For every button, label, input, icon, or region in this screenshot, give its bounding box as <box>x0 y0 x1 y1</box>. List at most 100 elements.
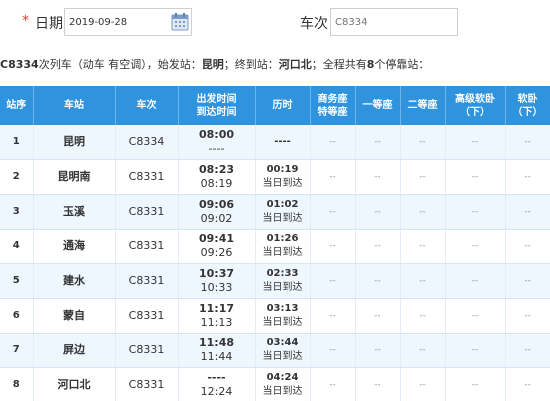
cell-time: 08:23 08:19 <box>178 159 256 195</box>
cell-adv-soft-sleeper: -- <box>445 125 506 161</box>
train-label: 车次 <box>300 16 328 32</box>
cell-soft-sleeper: -- <box>505 159 550 195</box>
cell-departure: ---- <box>207 371 226 385</box>
cell-duration-note: 当日到达 <box>262 386 303 398</box>
cell-second-class: -- <box>400 333 446 369</box>
cell-time: 09:06 09:02 <box>178 194 256 230</box>
cell-duration: 03:13 当日到达 <box>255 298 311 334</box>
cell-duration-note: 当日到达 <box>262 351 303 363</box>
cell-time: 10:37 10:33 <box>178 263 256 299</box>
cell-departure: 11:48 <box>198 336 234 350</box>
cell-time: 11:48 11:44 <box>178 333 256 369</box>
required-mark: * <box>22 13 29 29</box>
cell-adv-soft-sleeper: -- <box>445 229 506 265</box>
cell-time: 09:41 09:26 <box>178 229 256 265</box>
cell-seq: 2 <box>0 159 34 195</box>
header-time: 出发时间 到达时间 <box>178 86 256 125</box>
cell-duration-value: 04:24 <box>266 372 299 384</box>
cell-soft-sleeper: -- <box>505 367 550 401</box>
table-row: 4 通海 C8331 09:41 09:26 01:26 当日到达 -- -- -- -- -- <box>0 229 550 265</box>
cell-adv-soft-sleeper: -- <box>445 159 506 195</box>
train-info-line: C8334次列车（动车 有空调），始发站：昆明；终到站：河口北；全程共有8个停靠… <box>0 56 550 72</box>
calendar-icon[interactable] <box>171 12 189 31</box>
header-station: 车站 <box>33 86 116 125</box>
info-start-station: 昆明 <box>201 58 224 71</box>
train-number-input[interactable] <box>330 8 458 36</box>
cell-departure: 08:23 <box>198 163 234 177</box>
info-text-4: 个停靠站： <box>374 58 430 71</box>
cell-second-class: -- <box>400 125 446 161</box>
cell-train: C8331 <box>115 229 179 265</box>
cell-train: C8331 <box>115 367 179 401</box>
cell-train: C8334 <box>115 125 179 161</box>
cell-seq: 8 <box>0 367 34 401</box>
cell-adv-soft-sleeper: -- <box>445 194 506 230</box>
cell-business: -- <box>310 367 356 401</box>
header-business-top: 商务座 <box>317 93 348 105</box>
info-text-1: 次列车（动车 有空调），始发站： <box>38 58 202 71</box>
cell-duration-note: 当日到达 <box>262 316 303 328</box>
cell-duration-value: 01:02 <box>266 198 299 210</box>
cell-duration-note: 当日到达 <box>262 212 303 224</box>
cell-arrival: 09:26 <box>200 246 233 260</box>
table-row: 8 河口北 C8331 ---- 12:24 04:24 当日到达 -- -- -- -- -- <box>0 367 550 401</box>
cell-duration-value: ---- <box>274 136 291 148</box>
cell-duration: 01:26 当日到达 <box>255 229 311 265</box>
table-row: 5 建水 C8331 10:37 10:33 02:33 当日到达 -- -- -- -- -- <box>0 263 550 299</box>
table-row: 2 昆明南 C8331 08:23 08:19 00:19 当日到达 -- -- -- -- -- <box>0 159 550 195</box>
header-time-arrival: 到达时间 <box>196 106 237 118</box>
cell-station: 昆明南 <box>33 159 116 195</box>
table-row: 1 昆明 C8334 08:00 ---- ---- -- -- -- -- -- <box>0 125 550 161</box>
table-row: 7 屏边 C8331 11:48 11:44 03:44 当日到达 -- -- -- -- -- <box>0 333 550 369</box>
cell-train: C8331 <box>115 159 179 195</box>
cell-departure: 08:00 <box>198 128 234 142</box>
info-end-station: 河口北 <box>278 58 312 71</box>
header-adv-soft-bot: （下） <box>460 106 490 118</box>
cell-business: -- <box>310 298 356 334</box>
search-bar: * 日期 车次 <box>0 0 550 48</box>
cell-soft-sleeper: -- <box>505 263 550 299</box>
cell-duration-value: 00:19 <box>266 164 299 176</box>
cell-first-class: -- <box>355 229 401 265</box>
cell-train: C8331 <box>115 263 179 299</box>
cell-first-class: -- <box>355 367 401 401</box>
header-soft-sleeper: 软卧 （下） <box>505 86 550 125</box>
cell-business: -- <box>310 159 356 195</box>
cell-time: ---- 12:24 <box>178 367 256 401</box>
cell-duration-value: 01:26 <box>266 233 299 245</box>
cell-departure: 10:37 <box>198 267 234 281</box>
cell-station: 通海 <box>33 229 116 265</box>
cell-arrival: 12:24 <box>200 385 233 399</box>
header-adv-soft-sleeper: 高级软卧 （下） <box>445 86 506 125</box>
cell-train: C8331 <box>115 333 179 369</box>
cell-first-class: -- <box>355 159 401 195</box>
table-header-row: 站序 车站 车次 出发时间 到达时间 历时 商务座 特等座 一等座 二等座 高级软卧… <box>0 86 550 125</box>
cell-business: -- <box>310 125 356 161</box>
header-soft-top: 软卧 <box>517 93 538 105</box>
header-train: 车次 <box>115 86 179 125</box>
cell-second-class: -- <box>400 194 446 230</box>
cell-adv-soft-sleeper: -- <box>445 263 506 299</box>
cell-train: C8331 <box>115 298 179 334</box>
header-seq: 站序 <box>0 86 34 125</box>
cell-seq: 1 <box>0 125 34 161</box>
cell-seq: 7 <box>0 333 34 369</box>
cell-business: -- <box>310 333 356 369</box>
cell-departure: 09:06 <box>198 197 234 211</box>
cell-business: -- <box>310 263 356 299</box>
cell-duration: ---- <box>255 125 311 161</box>
cell-first-class: -- <box>355 194 401 230</box>
info-text-2: ；终到站： <box>223 58 279 71</box>
cell-duration-note: 当日到达 <box>262 247 303 259</box>
cell-duration: 01:02 当日到达 <box>255 194 311 230</box>
cell-duration-note: 当日到达 <box>262 282 303 294</box>
cell-second-class: -- <box>400 229 446 265</box>
cell-seq: 3 <box>0 194 34 230</box>
cell-first-class: -- <box>355 125 401 161</box>
cell-train: C8331 <box>115 194 179 230</box>
cell-arrival: 11:13 <box>200 315 233 329</box>
cell-departure: 09:41 <box>198 232 234 246</box>
header-business: 商务座 特等座 <box>310 86 356 125</box>
cell-soft-sleeper: -- <box>505 229 550 265</box>
cell-second-class: -- <box>400 367 446 401</box>
